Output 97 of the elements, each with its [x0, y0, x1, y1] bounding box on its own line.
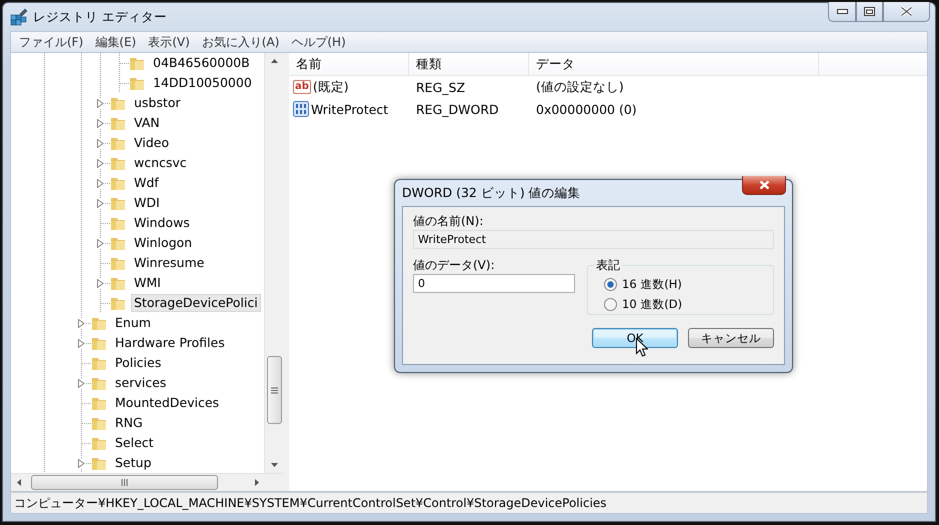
tree-item[interactable]: Enum — [112, 314, 154, 332]
folder-icon — [91, 315, 107, 331]
close-icon — [900, 6, 913, 17]
tree-item[interactable]: Hardware Profiles — [112, 334, 228, 352]
folder-icon — [91, 435, 107, 451]
expand-arrow-icon[interactable] — [97, 98, 104, 108]
dialog-title: DWORD (32 ビット) 値の編集 — [402, 184, 582, 202]
minimize-button[interactable] — [828, 2, 856, 22]
menu-item[interactable]: ファイル(F) — [13, 34, 90, 50]
folder-icon — [129, 75, 145, 91]
scroll-thumb[interactable] — [31, 475, 218, 490]
tree-item[interactable]: 14DD10050000 — [150, 74, 255, 92]
field-label: 値のデータ(V): — [413, 257, 496, 274]
maximize-icon — [864, 7, 875, 16]
scroll-thumb[interactable] — [267, 356, 282, 424]
tree-item[interactable]: WMI — [131, 274, 164, 292]
radio-label[interactable]: 16 進数(H) — [622, 276, 682, 292]
cancel-button[interactable]: キャンセル — [688, 328, 774, 348]
tree-item[interactable]: VAN — [131, 114, 163, 132]
expand-arrow-icon[interactable] — [97, 278, 104, 288]
tree-item[interactable]: StorageDevicePolici — [131, 294, 261, 312]
expand-arrow-icon[interactable] — [78, 338, 85, 348]
vertical-scrollbar[interactable] — [264, 53, 284, 473]
expand-arrow-icon[interactable] — [78, 318, 85, 328]
minimize-icon — [836, 9, 848, 14]
tree-item[interactable]: wcncsvc — [131, 154, 190, 172]
tree-item[interactable]: RNG — [112, 414, 146, 432]
horizontal-scrollbar[interactable] — [11, 473, 284, 491]
column-header[interactable]: 種類 — [409, 53, 529, 75]
folder-icon — [110, 135, 126, 151]
tree-item[interactable]: Winlogon — [131, 234, 196, 252]
expand-arrow-icon[interactable] — [97, 118, 104, 128]
menu-item[interactable]: ヘルプ(H) — [285, 34, 352, 50]
folder-icon — [110, 235, 126, 251]
tree-item[interactable]: Setup — [112, 454, 154, 472]
group-title: 表記 — [594, 257, 622, 274]
radio-button[interactable] — [604, 278, 617, 290]
folder-icon — [110, 115, 126, 131]
tree-item[interactable]: Video — [131, 134, 172, 152]
tree-item[interactable]: Winresume — [131, 254, 208, 272]
folder-icon — [110, 255, 126, 271]
expand-arrow-icon[interactable] — [97, 238, 104, 248]
menu-item[interactable]: 表示(V) — [142, 34, 196, 50]
close-icon — [758, 180, 770, 190]
expand-arrow-icon[interactable] — [97, 178, 104, 188]
tree-item[interactable]: Windows — [131, 214, 193, 232]
value-type: REG_DWORD — [415, 102, 500, 116]
tree-item[interactable]: Select — [112, 434, 157, 452]
tree-item[interactable]: Wdf — [131, 174, 162, 192]
folder-icon — [91, 355, 107, 371]
folder-icon — [110, 95, 126, 111]
folder-icon — [110, 275, 126, 291]
name-field: WriteProtect — [413, 230, 774, 249]
close-button[interactable] — [742, 176, 786, 195]
folder-icon — [110, 175, 126, 191]
grip-icon — [121, 479, 128, 486]
tree-item[interactable]: WDI — [131, 194, 163, 212]
expand-arrow-icon[interactable] — [97, 198, 104, 208]
value-data: 0x00000000 (0) — [535, 102, 638, 116]
column-header[interactable]: 名前 — [289, 53, 409, 75]
menu-item[interactable]: お気に入り(A) — [196, 34, 286, 50]
folder-icon — [110, 215, 126, 231]
tree-item[interactable]: Policies — [112, 354, 164, 372]
column-header[interactable]: データ — [529, 53, 819, 75]
maximize-button[interactable] — [856, 2, 883, 22]
folder-icon — [91, 375, 107, 391]
value-name[interactable]: WriteProtect — [311, 102, 388, 116]
expand-arrow-icon[interactable] — [97, 158, 104, 168]
folder-icon — [91, 415, 107, 431]
expand-arrow-icon[interactable] — [78, 458, 85, 468]
folder-icon — [129, 55, 145, 71]
data-input-field[interactable]: 0 — [413, 274, 575, 293]
window-title: レジストリ エディター — [33, 8, 168, 26]
folder-icon — [110, 295, 126, 311]
status-bar: コンピューター¥HKEY_LOCAL_MACHINE¥SYSTEM¥CurrentControlSet¥Control¥StorageDevicePolicies — [10, 492, 928, 514]
string-value-icon: ab — [293, 80, 311, 94]
tree-item[interactable]: 04B46560000B — [150, 54, 253, 72]
radio-button[interactable] — [604, 298, 617, 310]
registry-icon — [10, 8, 28, 26]
folder-icon — [91, 455, 107, 471]
folder-icon — [110, 155, 126, 171]
value-type: REG_SZ — [415, 80, 466, 94]
tree-item[interactable]: services — [112, 374, 170, 392]
expand-arrow-icon[interactable] — [78, 378, 85, 388]
folder-icon — [91, 335, 107, 351]
grip-icon — [271, 386, 278, 394]
folder-icon — [91, 395, 107, 411]
value-name[interactable]: (既定) — [312, 78, 349, 96]
value-data: (値の設定なし) — [535, 78, 625, 96]
radio-label[interactable]: 10 進数(D) — [622, 296, 682, 312]
field-label: 値の名前(N): — [413, 213, 484, 230]
folder-icon — [110, 195, 126, 211]
menu-item[interactable]: 編集(E) — [89, 34, 142, 50]
binary-value-icon — [293, 101, 309, 117]
tree-item[interactable]: usbstor — [131, 94, 184, 112]
tree-item[interactable]: MountedDevices — [112, 394, 222, 412]
expand-arrow-icon[interactable] — [97, 138, 104, 148]
